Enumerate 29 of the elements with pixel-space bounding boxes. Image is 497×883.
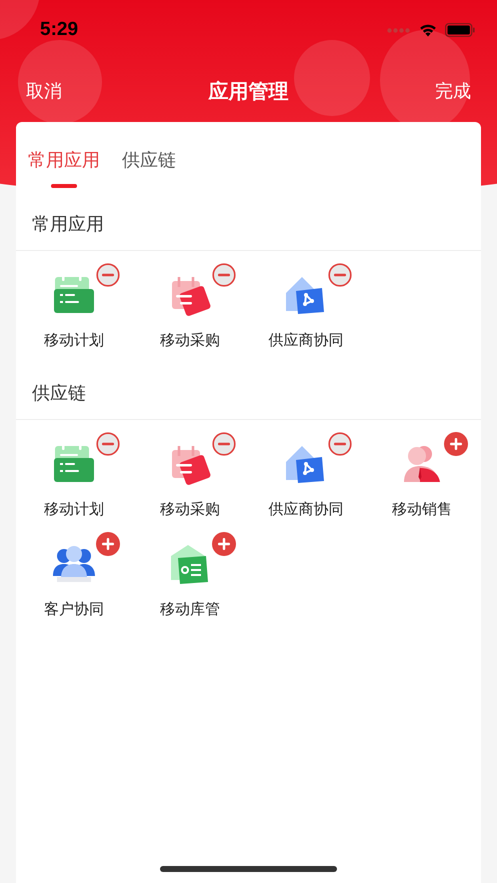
battery-icon [445,23,475,37]
wifi-icon [419,24,437,36]
add-icon[interactable] [96,532,120,556]
app-label: 供应商协同 [268,500,344,519]
add-icon[interactable] [444,432,468,456]
app-label: 移动采购 [160,500,220,519]
remove-icon[interactable] [212,263,236,287]
app-label: 移动计划 [44,500,104,519]
tab[interactable]: 供应链 [122,122,176,188]
app-label: 移动采购 [160,331,220,350]
app-label: 供应商协同 [268,331,344,350]
remove-icon[interactable] [212,432,236,456]
app-label: 客户协同 [44,600,104,619]
app-label: 移动库管 [160,600,220,619]
cancel-button[interactable]: 取消 [26,79,62,103]
tab[interactable]: 常用应用 [28,122,100,188]
section-title: 常用应用 [16,196,481,251]
remove-icon[interactable] [328,432,352,456]
signal-icon [387,28,411,32]
section-title: 供应链 [16,365,481,420]
app-label: 移动销售 [392,500,452,519]
add-icon[interactable] [212,532,236,556]
remove-icon[interactable] [96,432,120,456]
app-label: 移动计划 [44,331,104,350]
done-button[interactable]: 完成 [435,79,471,103]
page-title: 应用管理 [208,78,288,104]
remove-icon[interactable] [96,263,120,287]
status-time: 5:29 [40,19,78,41]
remove-icon[interactable] [328,263,352,287]
